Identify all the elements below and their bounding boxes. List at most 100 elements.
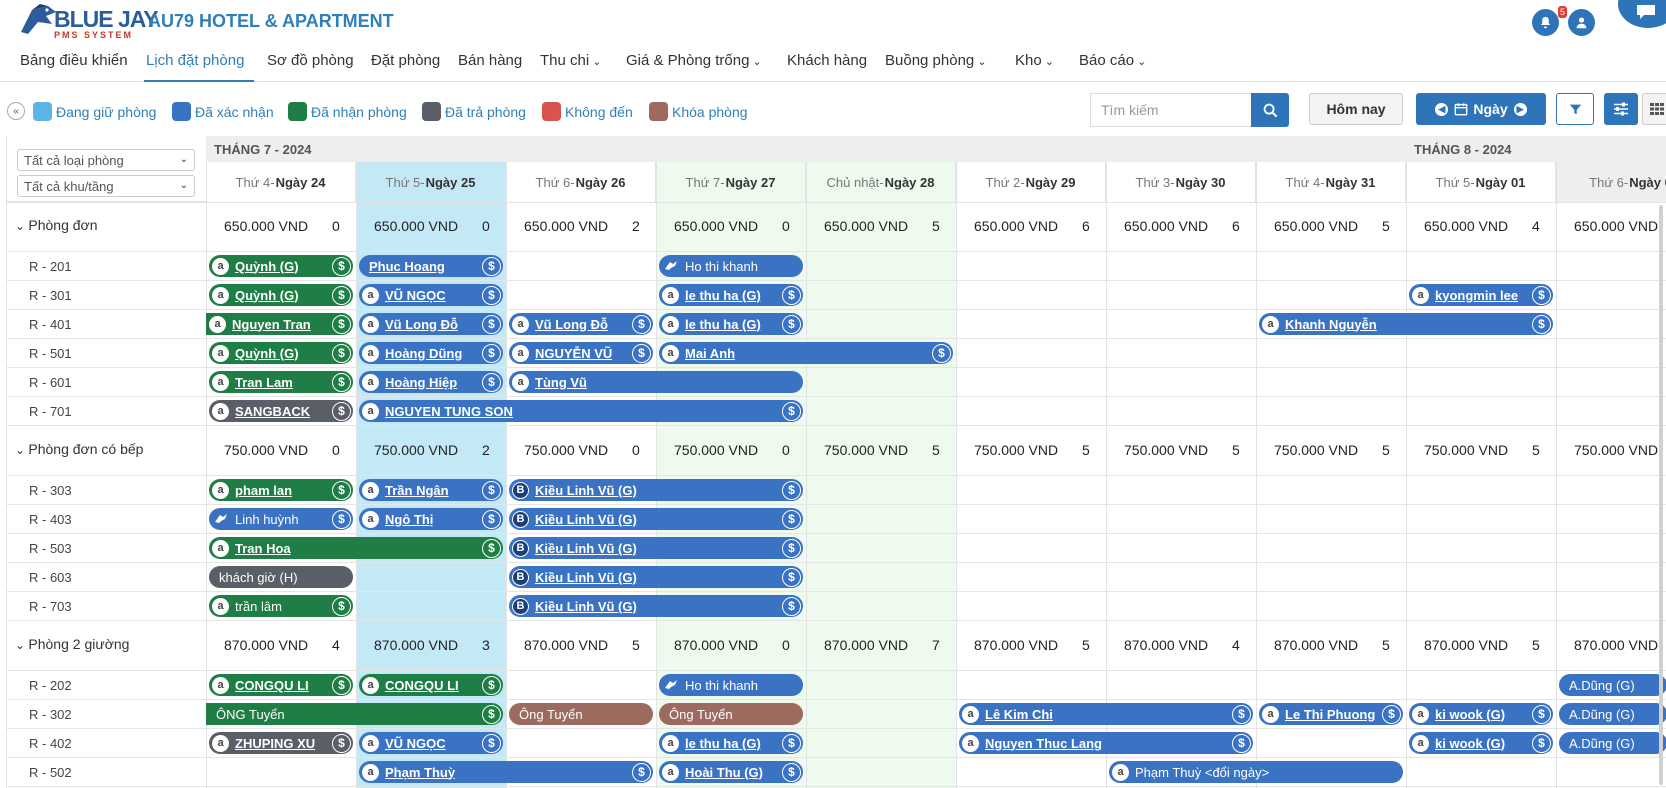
booking-bar[interactable]: a ZHUPING XU $ [209, 732, 353, 754]
day-header[interactable]: Thứ 4- Ngày 31 [1256, 162, 1406, 202]
booking-bar[interactable]: a Le Thi Phuong $ [1259, 703, 1403, 725]
day-header[interactable]: Thứ 7- Ngày 27 [656, 162, 806, 202]
nav-item-2[interactable]: Sơ đồ phòng [267, 52, 354, 69]
booking-bar[interactable]: A.Dũng (G) [1559, 732, 1666, 754]
booking-bar[interactable]: a le thu ha (G) $ [659, 284, 803, 306]
booking-bar[interactable]: a CONGQU LI $ [209, 674, 353, 696]
booking-bar[interactable]: a Khanh Nguyễn $ [1259, 313, 1553, 335]
booking-bar[interactable]: Ông Tuyển [509, 703, 653, 725]
booking-bar[interactable]: Phuc Hoang $ [359, 255, 503, 277]
nav-item-3[interactable]: Đặt phòng [371, 52, 440, 69]
booking-bar[interactable]: a Quỳnh (G) $ [209, 342, 353, 364]
booking-bar[interactable]: a Vũ Long Đỗ $ [359, 313, 503, 335]
user-menu-button[interactable] [1568, 9, 1595, 36]
legend-item[interactable]: Đang giữ phòng [33, 102, 156, 121]
booking-bar[interactable]: a Ngô Thị $ [359, 508, 503, 530]
booking-bar[interactable]: a le thu ha (G) $ [659, 732, 803, 754]
booking-bar[interactable]: a NGUYEN TUNG SON $ [359, 400, 803, 422]
legend-item[interactable]: Đã trả phòng [422, 102, 526, 121]
booking-bar[interactable]: a kyongmin lee $ [1409, 284, 1553, 306]
day-header[interactable]: Thứ 5- Ngày 25 [356, 162, 506, 202]
day-header[interactable]: Thứ 4- Ngày 24 [206, 162, 356, 202]
booking-bar[interactable]: a VŨ NGỌC $ [359, 732, 503, 754]
area-select[interactable]: Tất cả khu/tầng ⌄ [17, 175, 195, 197]
prev-icon[interactable]: ◀ [1435, 102, 1449, 116]
nav-item-7[interactable]: Khách hàng [787, 52, 867, 69]
booking-bar[interactable]: ÔNG Tuyển $ [206, 703, 503, 725]
booking-bar[interactable]: a Nguyen Thuc Lang $ [959, 732, 1253, 754]
notification-button[interactable]: 5 [1532, 6, 1567, 36]
booking-bar[interactable]: Ông Tuyển [659, 703, 803, 725]
booking-bar[interactable]: a Tran Lam $ [209, 371, 353, 393]
nav-item-9[interactable]: Kho ⌄ [1015, 52, 1054, 69]
room-type-select[interactable]: Tất cả loại phòng ⌄ [17, 149, 195, 171]
filter-button[interactable] [1556, 93, 1594, 125]
booking-bar[interactable]: a SANGBACK $ [209, 400, 353, 422]
booking-bar[interactable]: a Nguyen Tran $ [206, 313, 353, 335]
booking-bar[interactable]: a Phạm Thuỳ $ [359, 761, 653, 783]
brand-logo[interactable]: BLUE JAY PMS SYSTEM [18, 2, 159, 42]
booking-bar[interactable]: a pham lan $ [209, 479, 353, 501]
legend-item[interactable]: Khóa phòng [649, 102, 748, 121]
day-header[interactable]: Thứ 5- Ngày 01 [1406, 162, 1556, 202]
booking-bar[interactable]: B Kiều Linh Vũ (G) $ [509, 566, 803, 588]
nav-item-10[interactable]: Báo cáo ⌄ [1079, 52, 1146, 69]
search-input[interactable]: Tìm kiếm [1090, 93, 1252, 127]
booking-bar[interactable]: a Trần Ngân $ [359, 479, 503, 501]
nav-item-0[interactable]: Bảng điều khiển [20, 52, 128, 69]
collapse-sidebar-button[interactable]: « [7, 102, 25, 120]
booking-bar[interactable]: a Vũ Long Đỗ $ [509, 313, 653, 335]
booking-bar[interactable]: a ki wook (G) $ [1409, 732, 1553, 754]
next-icon[interactable]: ▶ [1513, 102, 1527, 116]
booking-bar[interactable]: a NGUYỄN VŨ $ [509, 342, 653, 364]
booking-bar[interactable]: Linh huỳnh $ [209, 508, 353, 530]
day-header[interactable]: Thứ 6- Ngày 26 [506, 162, 656, 202]
today-button[interactable]: Hôm nay [1309, 93, 1403, 125]
category-label[interactable]: ⌄ Phòng 2 giường [15, 636, 129, 652]
booking-bar[interactable]: a CONGQU LI $ [359, 674, 503, 696]
day-view-button[interactable]: ◀ Ngày ▶ [1416, 93, 1546, 125]
booking-bar[interactable]: a Tran Hoa $ [209, 537, 503, 559]
grid-view-button[interactable] [1642, 93, 1666, 125]
booking-bar[interactable]: a Quỳnh (G) $ [209, 255, 353, 277]
booking-bar[interactable]: a ki wook (G) $ [1409, 703, 1553, 725]
booking-bar[interactable]: a Quỳnh (G) $ [209, 284, 353, 306]
category-label[interactable]: ⌄ Phòng đơn [15, 217, 98, 233]
booking-bar[interactable]: a le thu ha (G) $ [659, 313, 803, 335]
booking-bar[interactable]: a trần lâm $ [209, 595, 353, 617]
nav-item-6[interactable]: Giá & Phòng trống ⌄ [626, 52, 762, 69]
booking-bar[interactable]: B Kiều Linh Vũ (G) $ [509, 479, 803, 501]
nav-item-5[interactable]: Thu chi ⌄ [540, 52, 601, 69]
booking-bar[interactable]: a VŨ NGỌC $ [359, 284, 503, 306]
legend-item[interactable]: Đã nhận phòng [288, 102, 407, 121]
legend-item[interactable]: Đã xác nhận [172, 102, 274, 121]
nav-item-4[interactable]: Bán hàng [458, 52, 522, 69]
settings-sliders-button[interactable] [1604, 93, 1638, 125]
booking-bar[interactable]: a Hoài Thu (G) $ [659, 761, 803, 783]
day-header[interactable]: Thứ 6-Ngày 0 [1556, 162, 1666, 202]
booking-bar[interactable]: a Tùng Vũ [509, 371, 803, 393]
booking-bar[interactable]: a Hoàng Hiệp $ [359, 371, 503, 393]
search-button[interactable] [1251, 93, 1289, 127]
booking-bar[interactable]: a Hoàng Dũng $ [359, 342, 503, 364]
category-label[interactable]: ⌄ Phòng đơn có bếp [15, 441, 143, 457]
day-header[interactable]: Chủ nhật- Ngày 28 [806, 162, 956, 202]
booking-bar[interactable]: a Mai Anh $ [659, 342, 953, 364]
booking-bar[interactable]: A.Dũng (G) [1559, 674, 1666, 696]
day-header[interactable]: Thứ 2- Ngày 29 [956, 162, 1106, 202]
booking-bar[interactable]: B Kiều Linh Vũ (G) $ [509, 508, 803, 530]
booking-bar[interactable]: a Phạm Thuỳ <đổi ngày> [1109, 761, 1403, 783]
nav-item-1[interactable]: Lịch đặt phòng [146, 52, 244, 69]
booking-bar[interactable]: A.Dũng (G) [1559, 703, 1666, 725]
nav-item-8[interactable]: Buồng phòng ⌄ [885, 52, 987, 69]
booking-bar[interactable]: khách giờ (H) [209, 566, 353, 588]
legend-item[interactable]: Không đến [542, 102, 633, 121]
booking-bar[interactable]: B Kiều Linh Vũ (G) $ [509, 537, 803, 559]
vertical-scrollbar[interactable] [1659, 205, 1663, 785]
chat-button[interactable] [1618, 0, 1666, 28]
booking-bar[interactable]: Ho thi khanh [659, 674, 803, 696]
day-header[interactable]: Thứ 3- Ngày 30 [1106, 162, 1256, 202]
booking-bar[interactable]: a Lê Kim Chi $ [959, 703, 1253, 725]
booking-bar[interactable]: B Kiều Linh Vũ (G) $ [509, 595, 803, 617]
booking-bar[interactable]: Ho thi khanh [659, 255, 803, 277]
